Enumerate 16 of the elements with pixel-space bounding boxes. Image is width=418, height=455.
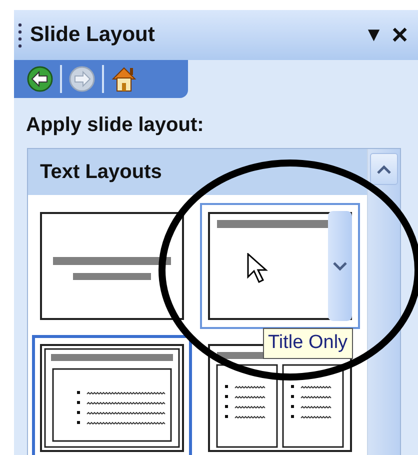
close-button[interactable]: × (388, 21, 412, 49)
pane-title: Slide Layout (30, 22, 156, 48)
chevron-up-icon (377, 164, 391, 174)
mouse-pointer-icon (247, 253, 269, 285)
chevron-down-icon (333, 262, 347, 270)
section-heading: Apply slide layout: (25, 113, 205, 138)
back-button[interactable] (26, 65, 54, 93)
grip-icon[interactable] (18, 22, 22, 48)
tooltip: Title Only (263, 328, 353, 358)
scrollbar[interactable] (368, 149, 400, 455)
layout-option[interactable] (200, 203, 360, 329)
home-button[interactable] (110, 65, 138, 93)
layout-option[interactable] (32, 335, 192, 455)
category-header: Text Layouts (28, 149, 367, 195)
scroll-up-button[interactable] (370, 153, 398, 185)
dropdown-menu-button[interactable]: ▼ (360, 25, 388, 45)
